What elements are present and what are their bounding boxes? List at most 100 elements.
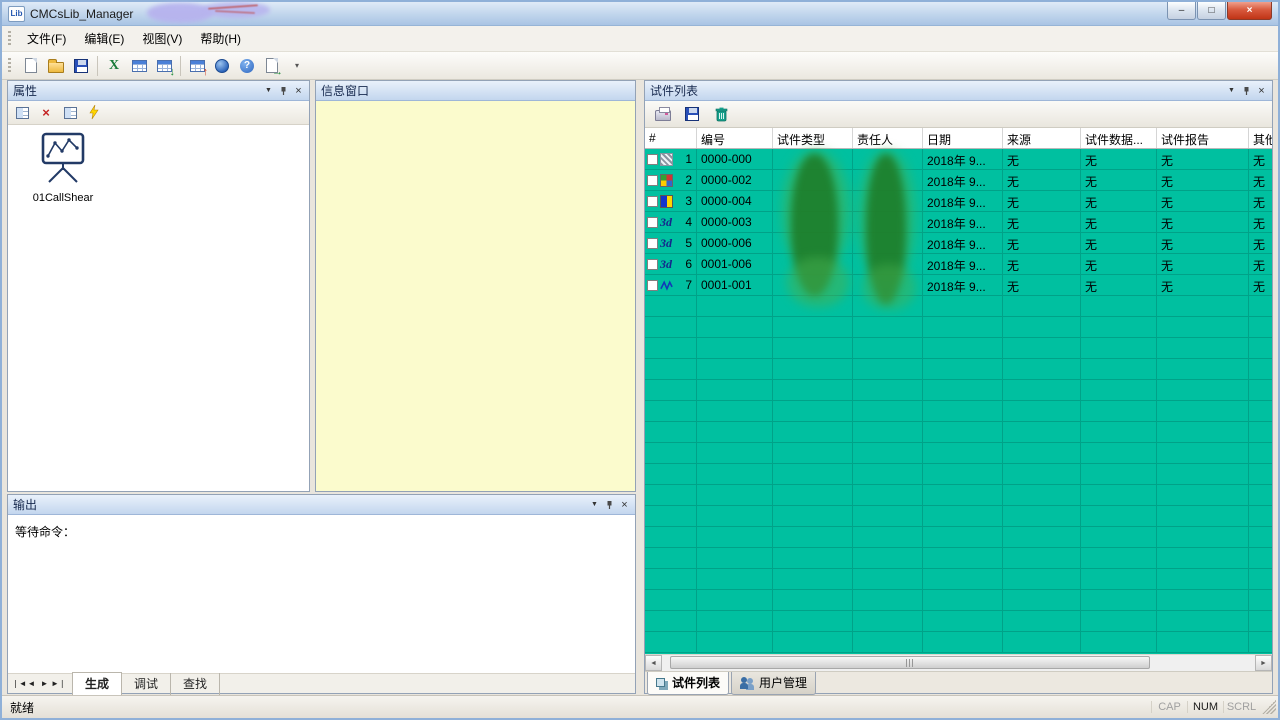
save-button[interactable] — [69, 54, 93, 78]
scroll-left-icon[interactable]: ◄ — [645, 655, 662, 671]
table-view-button[interactable] — [127, 54, 151, 78]
specimen-row[interactable]: 3d 6 0001-006 2018年 9... 无无无无 — [645, 254, 1272, 275]
tab-debug[interactable]: 调试 — [122, 672, 172, 695]
row-number: 4 — [685, 215, 692, 229]
run-button[interactable] — [85, 104, 103, 122]
empty-cell — [1249, 401, 1272, 422]
scrollbar-track[interactable] — [662, 655, 1255, 671]
tab-specimen-list[interactable]: 试件列表 — [647, 672, 730, 695]
scrollbar-thumb[interactable] — [670, 656, 1150, 669]
tab-find[interactable]: 查找 — [171, 672, 221, 695]
empty-cell — [1249, 296, 1272, 317]
row-checkbox[interactable] — [647, 174, 658, 186]
report-button[interactable]: → — [260, 54, 284, 78]
empty-row — [645, 611, 1272, 632]
prev-page-icon[interactable]: ◄ — [25, 679, 38, 688]
thumb-grip-icon — [905, 658, 915, 667]
help-icon: ? — [240, 58, 254, 73]
horizontal-scrollbar[interactable]: ◄ ► — [645, 654, 1272, 671]
scroll-right-icon[interactable]: ► — [1255, 655, 1272, 671]
window-position-button[interactable]: ▼ — [587, 498, 602, 512]
new-file-button[interactable] — [19, 54, 43, 78]
menu-edit[interactable]: 编辑(E) — [75, 26, 133, 51]
save-list-button[interactable] — [680, 102, 704, 126]
row-checkbox[interactable] — [647, 153, 658, 165]
delete-button[interactable]: × — [37, 104, 55, 122]
empty-cell — [923, 317, 1003, 338]
main-toolbar: X ↓ ↑ ? → ▾ — [2, 52, 1278, 80]
cell: 无 — [1003, 170, 1081, 191]
tab-generate[interactable]: 生成 — [72, 672, 123, 695]
toolbar-overflow-button[interactable]: ▾ — [285, 54, 309, 78]
cell — [853, 170, 923, 191]
empty-cell — [853, 443, 923, 464]
empty-cell — [645, 548, 697, 569]
pin-button[interactable] — [1239, 84, 1254, 98]
column-header[interactable]: 来源 — [1003, 128, 1081, 148]
specimen-row[interactable]: 1 0000-000 2018年 9... 无无无无 — [645, 149, 1272, 170]
categorize-button[interactable] — [13, 104, 31, 122]
column-header[interactable]: 试件类型 — [773, 128, 853, 148]
next-page-icon[interactable]: ► — [38, 679, 51, 688]
window-title: CMCsLib_Manager — [30, 6, 134, 21]
specimen-row[interactable]: 3d 4 0000-003 2018年 9... 无无无无 — [645, 212, 1272, 233]
app-icon[interactable]: Lib — [8, 5, 25, 22]
row-checkbox[interactable] — [647, 195, 658, 207]
row-checkbox[interactable] — [647, 279, 658, 291]
delete-icon: × — [42, 105, 50, 120]
print-button[interactable] — [651, 102, 675, 126]
empty-row — [645, 548, 1272, 569]
column-header[interactable]: 其他 — [1249, 128, 1272, 148]
pin-button[interactable] — [276, 84, 291, 98]
close-panel-button[interactable]: × — [291, 84, 306, 98]
window-position-button[interactable]: ▼ — [1224, 84, 1239, 98]
row-checkbox[interactable] — [647, 237, 658, 249]
save-icon — [685, 107, 699, 121]
close-panel-button[interactable]: × — [1254, 84, 1269, 98]
specimen-row[interactable]: 3 0000-004 2018年 9... 无无无无 — [645, 191, 1272, 212]
library-item[interactable]: 01CallShear — [18, 131, 108, 204]
empty-cell — [923, 422, 1003, 443]
menu-help[interactable]: 帮助(H) — [191, 26, 250, 51]
menu-view[interactable]: 视图(V) — [133, 26, 191, 51]
specimen-row[interactable]: 2 0000-002 2018年 9... 无无无无 — [645, 170, 1272, 191]
empty-cell — [853, 338, 923, 359]
excel-export-button[interactable]: X — [102, 54, 126, 78]
row-checkbox[interactable] — [647, 216, 658, 228]
row-checkbox[interactable] — [647, 258, 658, 270]
chevron-down-icon: ▾ — [294, 61, 299, 70]
window-position-button[interactable]: ▼ — [261, 84, 276, 98]
empty-cell — [697, 527, 773, 548]
last-page-icon[interactable]: ►❘ — [51, 679, 66, 688]
close-button[interactable]: × — [1227, 2, 1272, 20]
maximize-button[interactable]: □ — [1197, 2, 1226, 20]
close-panel-button[interactable]: × — [617, 498, 632, 512]
delete-row-button[interactable] — [709, 102, 733, 126]
column-header[interactable]: 编号 — [697, 128, 773, 148]
menu-file[interactable]: 文件(F) — [18, 26, 75, 51]
export-button[interactable]: ↑ — [185, 54, 209, 78]
import-button[interactable]: ↓ — [152, 54, 176, 78]
cell: 0000-004 — [697, 191, 773, 212]
status-scrl: SCRL — [1223, 701, 1259, 713]
empty-cell — [1157, 548, 1249, 569]
column-header[interactable]: # — [645, 128, 697, 148]
first-page-icon[interactable]: ❘◄ — [12, 679, 27, 688]
specimen-row[interactable]: 7 0001-001 2018年 9... 无无无无 — [645, 275, 1272, 296]
column-header[interactable]: 责任人 — [853, 128, 923, 148]
help-button[interactable]: ? — [235, 54, 259, 78]
toolbar-separator — [180, 55, 181, 76]
globe-button[interactable] — [210, 54, 234, 78]
empty-cell — [853, 506, 923, 527]
grid-view-button[interactable] — [61, 104, 79, 122]
column-header[interactable]: 日期 — [923, 128, 1003, 148]
column-header[interactable]: 试件数据... — [1081, 128, 1157, 148]
tab-user-management[interactable]: 用户管理 — [731, 672, 817, 695]
specimen-row[interactable]: 3d 5 0000-006 2018年 9... 无无无无 — [645, 233, 1272, 254]
minimize-button[interactable]: – — [1167, 2, 1196, 20]
resize-grip[interactable] — [1262, 700, 1276, 714]
column-header[interactable]: 试件报告 — [1157, 128, 1249, 148]
open-file-button[interactable] — [44, 54, 68, 78]
pin-button[interactable] — [602, 498, 617, 512]
empty-cell — [1157, 380, 1249, 401]
